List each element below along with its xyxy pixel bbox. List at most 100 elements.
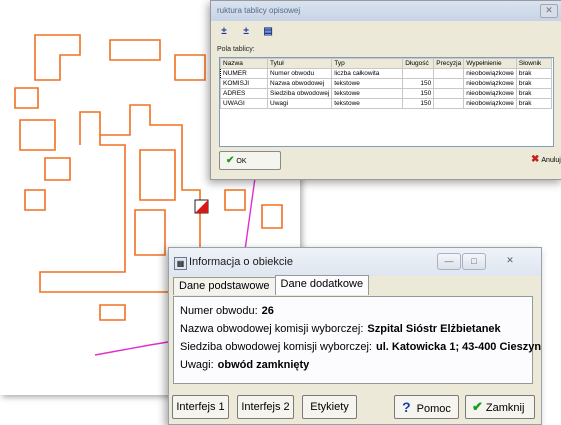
help-icon: ? — [402, 399, 411, 415]
close-button[interactable]: ✔ Zamknij — [465, 395, 535, 419]
table-cell[interactable]: brak — [515, 78, 552, 89]
column-header[interactable]: Słownik — [515, 58, 552, 69]
tab-dane-dodatkowe[interactable]: Dane dodatkowe — [274, 275, 370, 295]
close-icon[interactable]: ✕ — [487, 253, 533, 268]
table-cell[interactable]: 150 — [402, 98, 435, 109]
table-header-row: Nazwa Tytuł Typ Długość Precyzja Wypełni… — [220, 58, 552, 69]
table-cell[interactable]: nieobowiązkowe — [463, 78, 517, 89]
help-button[interactable]: ? Pomoc — [394, 395, 459, 419]
table-cell[interactable]: Siedziba obwodowej — [266, 88, 333, 99]
building-top — [109, 39, 161, 61]
table-cell[interactable] — [402, 68, 435, 79]
komisja-label: Nazwa obwodowej komisji wyborczej: — [180, 323, 364, 335]
column-header[interactable]: Precyzja — [433, 58, 465, 69]
table-cell[interactable]: NUMER — [220, 68, 268, 79]
uwagi-row: Uwagi: obwód zamknięty — [180, 359, 309, 371]
table-cell[interactable]: 150 — [402, 78, 435, 89]
cancel-x-icon: ✖ — [531, 154, 540, 165]
cancel-label: Anuluj — [541, 157, 561, 164]
fields-table-container[interactable]: Nazwa Tytuł Typ Długość Precyzja Wypełni… — [219, 57, 554, 147]
column-header[interactable]: Tytuł — [266, 58, 333, 69]
table-cell[interactable]: KOMISJI — [220, 78, 268, 89]
numer-value: 26 — [261, 305, 274, 317]
tab-dane-podstawowe[interactable]: Dane podstawowe — [173, 277, 276, 295]
table-cell[interactable]: brak — [515, 68, 552, 79]
uwagi-value: obwód zamknięty — [217, 359, 310, 371]
fields-table: Nazwa Tytuł Typ Długość Precyzja Wypełni… — [220, 58, 552, 109]
building-south — [134, 209, 166, 256]
info-panel: Numer obwodu: 26 Nazwa obwodowej komisji … — [173, 296, 541, 384]
table-cell[interactable]: nieobowiązkowe — [463, 68, 517, 79]
uwagi-label: Uwagi: — [180, 359, 214, 371]
column-header[interactable]: Nazwa — [220, 58, 268, 69]
app-icon: ▦ — [174, 257, 187, 270]
table-row[interactable]: ADRES Siedziba obwodowej tekstowe 150 ni… — [220, 88, 552, 99]
ok-button[interactable]: ✔ OK — [219, 151, 281, 170]
table-cell[interactable]: tekstowe — [331, 98, 404, 109]
building-top2 — [174, 54, 206, 81]
interfejs-2-button[interactable]: Interfejs 2 — [237, 395, 294, 419]
maximize-icon[interactable]: □ — [462, 253, 486, 270]
object-info-window: ▦ Informacja o obiekcie — □ ✕ Dane podst… — [168, 247, 542, 425]
building-w4 — [24, 189, 46, 211]
table-cell[interactable]: brak — [515, 88, 552, 99]
fields-label: Pola tablicy: — [217, 46, 255, 53]
minimize-icon[interactable]: — — [437, 253, 461, 270]
building-nw — [34, 34, 81, 81]
table-cell[interactable]: UWAGI — [220, 98, 268, 109]
building-wing — [79, 111, 101, 145]
table-cell[interactable]: ADRES — [220, 88, 268, 99]
info-window-title: Informacja o obiekcie — [189, 256, 293, 268]
table-cell[interactable]: nieobowiązkowe — [463, 88, 517, 99]
info-tabs: Dane podstawowe Dane dodatkowe — [173, 275, 370, 297]
column-header[interactable]: Długość — [402, 58, 435, 69]
table-cell[interactable]: Nazwa obwodowej — [266, 78, 333, 89]
building-w1 — [14, 87, 39, 109]
table-cell[interactable]: tekstowe — [331, 88, 404, 99]
table-cell[interactable] — [433, 98, 465, 109]
etykiety-button[interactable]: Etykiety — [302, 395, 357, 419]
siedziba-row: Siedziba obwodowej komisji wyborczej: ul.… — [180, 341, 541, 353]
building-court — [139, 149, 176, 201]
siedziba-value: ul. Katowicka 1; 43-400 Cieszyn — [375, 341, 542, 353]
siedziba-label: Siedziba obwodowej komisji wyborczej: — [180, 341, 372, 353]
table-cell[interactable]: Uwagi — [266, 98, 333, 109]
table-cell[interactable]: Numer obwodu — [266, 68, 333, 79]
building-e1 — [224, 189, 246, 211]
numer-row: Numer obwodu: 26 — [180, 305, 274, 317]
help-label: Pomoc — [416, 403, 451, 415]
building-w2 — [19, 119, 56, 151]
table-structure-window: ruktura tablicy opisowej ✕ ± ± ▤ Pola ta… — [210, 0, 561, 180]
checkmark-icon: ✔ — [226, 155, 235, 166]
column-header[interactable]: Typ — [331, 58, 404, 69]
add-field-icon[interactable]: ± — [217, 25, 231, 38]
cancel-button[interactable]: ✖ Anuluj — [531, 151, 561, 168]
info-titlebar[interactable]: ▦ Informacja o obiekcie — □ ✕ — [169, 248, 541, 276]
numer-label: Numer obwodu: — [180, 305, 258, 317]
komisja-value: Szpital Sióstr Elżbietanek — [367, 323, 501, 335]
table-row[interactable]: KOMISJI Nazwa obwodowej tekstowe 150 nie… — [220, 78, 552, 89]
column-header[interactable]: Wypełnienie — [463, 58, 517, 69]
table-cell[interactable]: 150 — [402, 88, 435, 99]
table-cell[interactable]: tekstowe — [331, 78, 404, 89]
close-icon[interactable]: ✕ — [540, 4, 558, 18]
table-row[interactable]: NUMER Numer obwodu liczba całkowita nieo… — [220, 68, 552, 79]
checkmark-icon: ✔ — [472, 399, 483, 414]
interfejs-1-button[interactable]: Interfejs 1 — [172, 395, 229, 419]
remove-field-icon[interactable]: ± — [239, 25, 253, 38]
table-cell[interactable] — [433, 78, 465, 89]
selected-object-marker — [194, 199, 209, 214]
table-cell[interactable]: liczba całkowita — [331, 68, 404, 79]
building-e2 — [261, 204, 283, 229]
structure-toolbar: ± ± ▤ — [217, 25, 280, 41]
table-icon[interactable]: ▤ — [261, 25, 275, 38]
komisja-row: Nazwa obwodowej komisji wyborczej: Szpita… — [180, 323, 501, 335]
table-cell[interactable] — [433, 68, 465, 79]
building-s1 — [99, 304, 126, 321]
table-cell[interactable] — [433, 88, 465, 99]
table-cell[interactable]: brak — [515, 98, 552, 109]
table-row[interactable]: UWAGI Uwagi tekstowe 150 nieobowiązkowe … — [220, 98, 552, 109]
ok-label: OK — [236, 158, 247, 165]
table-cell[interactable]: nieobowiązkowe — [463, 98, 517, 109]
structure-window-title: ruktura tablicy opisowej — [211, 1, 561, 21]
